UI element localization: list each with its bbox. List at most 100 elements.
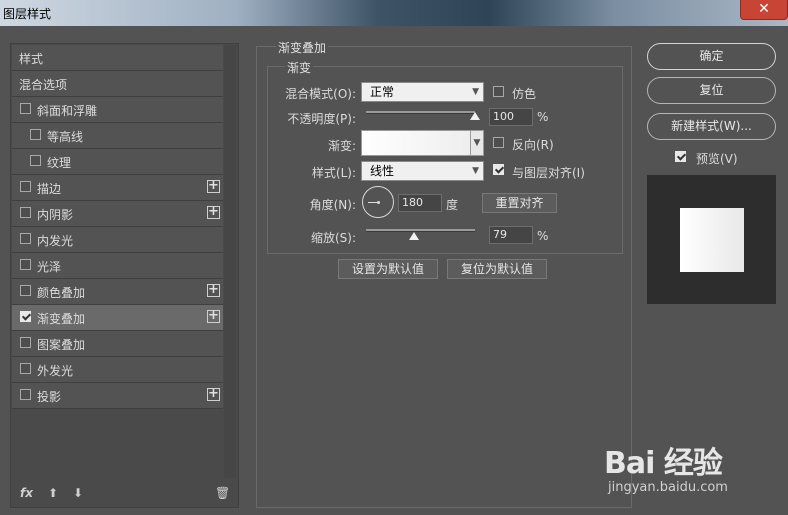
opacity-label: 不透明度(P): (287, 112, 356, 126)
dither-label: 仿色 (512, 87, 537, 101)
reset-alignment-button[interactable]: 重置对齐 (482, 193, 557, 213)
window-title: 图层样式 (3, 7, 52, 21)
scale-slider-track[interactable] (366, 229, 475, 232)
blend-mode-label: 混合模式(O): (285, 87, 356, 101)
style-item-checkbox[interactable] (20, 259, 31, 270)
blend-mode-select[interactable]: 正常 ▼ (361, 82, 484, 102)
style-item-label: 内发光 (37, 234, 74, 248)
angle-label: 角度(N): (309, 198, 356, 212)
opacity-percent: % (537, 110, 549, 124)
gradient-swatch[interactable] (361, 130, 471, 156)
style-item-checkbox[interactable] (20, 285, 31, 296)
preview-label: 预览(V) (696, 152, 738, 166)
style-item-checkbox[interactable] (20, 233, 31, 244)
style-list-item[interactable]: 等高线 (12, 123, 223, 149)
style-item-label: 颜色叠加 (37, 286, 86, 300)
gradient-label: 渐变: (327, 139, 356, 153)
align-with-layer-label: 与图层对齐(I) (512, 166, 585, 180)
align-with-layer-checkbox[interactable] (493, 164, 504, 175)
style-item-checkbox[interactable] (20, 337, 31, 348)
new-style-button[interactable]: 新建样式(W)... (647, 113, 776, 140)
style-item-label: 投影 (37, 390, 62, 404)
add-effect-plus-icon[interactable]: + (207, 387, 220, 401)
style-list-item[interactable]: 渐变叠加 + (12, 305, 223, 331)
style-item-label: 纹理 (47, 156, 72, 170)
style-item-label: 图案叠加 (37, 338, 86, 352)
style-value: 线性 (370, 164, 395, 178)
style-preview (647, 175, 776, 304)
style-list-item[interactable]: 颜色叠加 + (12, 279, 223, 305)
style-list-item[interactable]: 纹理 (12, 149, 223, 175)
style-list-item[interactable]: 样式 (12, 45, 223, 71)
scale-percent: % (537, 229, 549, 243)
reverse-checkbox[interactable] (493, 137, 504, 148)
scale-label: 缩放(S): (310, 231, 356, 245)
scale-slider-thumb[interactable] (409, 232, 420, 240)
style-item-label: 样式 (19, 52, 44, 66)
style-item-checkbox[interactable] (30, 155, 41, 166)
add-effect-plus-icon[interactable]: + (207, 283, 220, 297)
style-list-item[interactable]: 光泽 (12, 253, 223, 279)
dither-checkbox[interactable] (493, 86, 504, 97)
style-item-label: 渐变叠加 (37, 312, 86, 326)
style-list-item[interactable]: 投影 + (12, 383, 223, 409)
style-select[interactable]: 线性 ▼ (361, 161, 484, 181)
style-item-checkbox[interactable] (20, 207, 31, 218)
angle-dial[interactable] (362, 186, 394, 218)
angle-input[interactable]: 180 (398, 194, 442, 212)
add-effect-plus-icon[interactable]: + (207, 179, 220, 193)
title-bar: 图层样式 ✕ (0, 0, 788, 26)
gradient-overlay-title: 渐变叠加 (276, 39, 329, 56)
reset-to-default-button[interactable]: 复位为默认值 (447, 259, 547, 279)
trash-icon[interactable]: 🗑 (215, 486, 230, 500)
style-item-label: 内阴影 (37, 208, 74, 222)
style-item-label: 混合选项 (19, 78, 68, 92)
style-list-item[interactable]: 描边 + (12, 175, 223, 201)
blend-mode-value: 正常 (370, 85, 395, 99)
reverse-label: 反向(R) (512, 138, 554, 152)
chevron-down-icon[interactable]: ▼ (471, 130, 484, 156)
style-list-item[interactable]: 混合选项 (12, 71, 223, 97)
opacity-slider-track[interactable] (366, 111, 475, 114)
angle-center (377, 201, 380, 204)
add-effect-plus-icon[interactable]: + (207, 205, 220, 219)
opacity-input[interactable]: 100 (489, 108, 533, 126)
preview-swatch (680, 208, 744, 272)
style-item-checkbox[interactable] (20, 311, 31, 322)
style-list-item[interactable]: 斜面和浮雕 (12, 97, 223, 123)
style-list-panel: 样式混合选项斜面和浮雕等高线纹理描边 + 内阴影 + 内发光光泽颜色叠加 + 渐变叠加 + 图案… (10, 43, 239, 508)
style-item-checkbox[interactable] (20, 103, 31, 114)
move-up-icon[interactable]: ⬆ (48, 486, 58, 500)
style-list: 样式混合选项斜面和浮雕等高线纹理描边 + 内阴影 + 内发光光泽颜色叠加 + 渐变叠加 + 图案… (12, 45, 223, 409)
close-button[interactable]: ✕ (740, 0, 788, 20)
style-label: 样式(L): (311, 166, 356, 180)
style-item-label: 描边 (37, 182, 62, 196)
fx-menu-icon[interactable]: fx (20, 486, 33, 500)
style-list-scrollbar[interactable] (224, 45, 236, 478)
style-list-toolbar: fx ⬆ ⬇ 🗑 (11, 481, 238, 507)
chevron-down-icon: ▼ (472, 87, 479, 97)
reset-button[interactable]: 复位 (647, 77, 776, 104)
opacity-slider-thumb[interactable] (470, 112, 480, 120)
style-item-label: 光泽 (37, 260, 62, 274)
preview-checkbox[interactable] (675, 151, 686, 162)
style-list-item[interactable]: 内阴影 + (12, 201, 223, 227)
ok-button[interactable]: 确定 (647, 43, 776, 70)
watermark-url: jingyan.baidu.com (608, 480, 728, 495)
style-item-label: 外发光 (37, 364, 74, 378)
style-item-checkbox[interactable] (20, 181, 31, 192)
style-item-checkbox[interactable] (20, 389, 31, 400)
style-item-label: 等高线 (47, 130, 84, 144)
watermark-brand: Bai 经验 (604, 446, 723, 481)
style-item-checkbox[interactable] (30, 129, 41, 140)
angle-unit: 度 (446, 198, 459, 212)
set-as-default-button[interactable]: 设置为默认值 (338, 259, 438, 279)
move-down-icon[interactable]: ⬇ (73, 486, 83, 500)
style-item-label: 斜面和浮雕 (37, 104, 98, 118)
scale-input[interactable]: 79 (489, 226, 533, 244)
style-list-item[interactable]: 外发光 (12, 357, 223, 383)
add-effect-plus-icon[interactable]: + (207, 309, 220, 323)
style-list-item[interactable]: 图案叠加 (12, 331, 223, 357)
style-item-checkbox[interactable] (20, 363, 31, 374)
style-list-item[interactable]: 内发光 (12, 227, 223, 253)
